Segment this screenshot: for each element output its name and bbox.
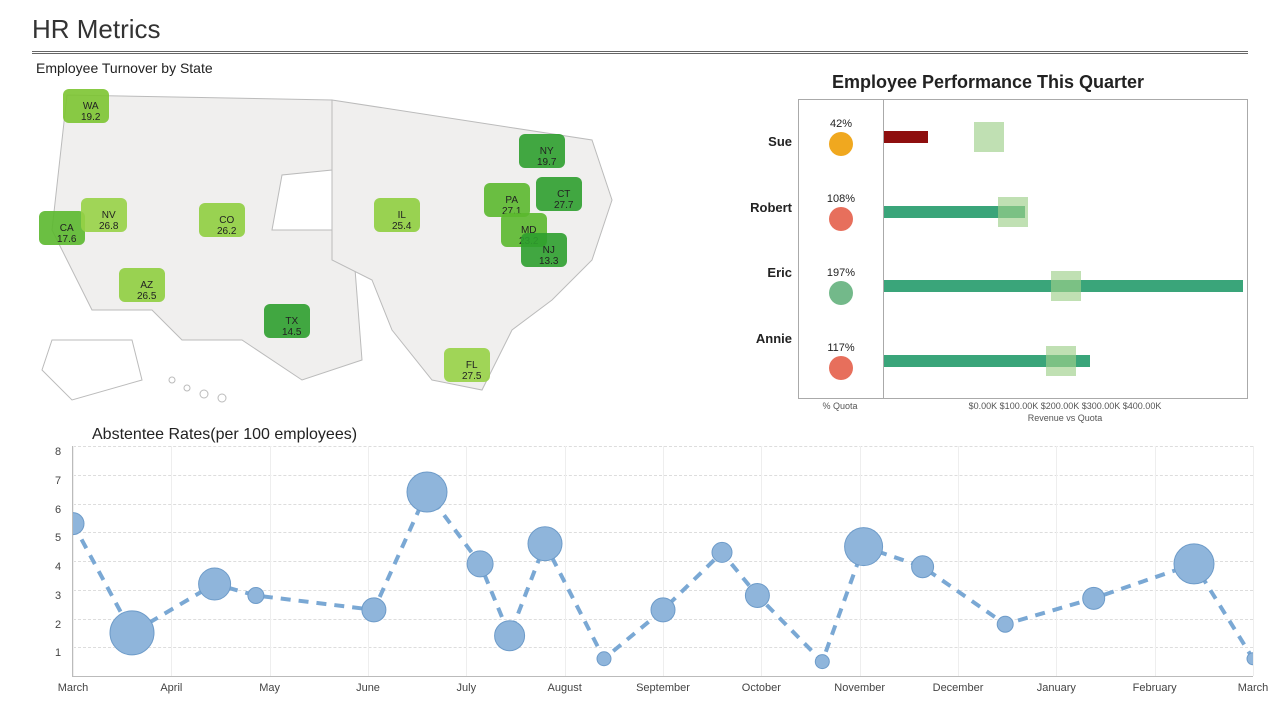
data-point[interactable]: [815, 655, 829, 669]
state-label-ct: CT27.7: [554, 189, 573, 211]
x-tick: August: [548, 682, 582, 694]
data-point[interactable]: [73, 513, 84, 535]
state-label-nj: NJ13.3: [539, 245, 558, 267]
state-label-nv: NV26.8: [99, 210, 118, 232]
absentee-svg: [73, 446, 1253, 676]
quota-dot-icon: [829, 356, 853, 380]
revenue-row[interactable]: [884, 249, 1247, 324]
data-point[interactable]: [912, 556, 934, 578]
y-tick: 4: [55, 561, 61, 573]
quota-marker: [998, 197, 1028, 227]
x-tick: April: [160, 682, 182, 694]
y-tick: 8: [55, 446, 61, 458]
data-point[interactable]: [495, 621, 525, 651]
y-tick: 5: [55, 532, 61, 544]
y-tick: 1: [55, 647, 61, 659]
x-tick: September: [636, 682, 690, 694]
x-tick: March: [1238, 682, 1269, 694]
quota-marker: [974, 122, 1004, 152]
data-point[interactable]: [199, 568, 231, 600]
data-point[interactable]: [528, 527, 562, 561]
revenue-axis-label: Revenue vs Quota: [882, 413, 1248, 423]
revenue-row[interactable]: [884, 324, 1247, 399]
perf-name: Eric: [728, 265, 798, 280]
x-tick: December: [933, 682, 984, 694]
state-label-az: AZ26.5: [137, 280, 156, 302]
quota-marker: [1046, 346, 1076, 376]
revenue-row[interactable]: [884, 175, 1247, 250]
y-tick: 7: [55, 475, 61, 487]
revenue-bar: [884, 131, 928, 143]
x-tick: March: [58, 682, 89, 694]
absentee-title: Abstentee Rates(per 100 employees): [92, 426, 1248, 444]
y-tick: 6: [55, 504, 61, 516]
data-point[interactable]: [845, 528, 883, 566]
performance-title: Employee Performance This Quarter: [728, 72, 1248, 93]
x-tick: November: [834, 682, 885, 694]
quota-cell[interactable]: 42%: [799, 100, 883, 175]
x-tick: July: [457, 682, 477, 694]
data-point[interactable]: [597, 652, 611, 666]
x-tick: June: [356, 682, 380, 694]
data-point[interactable]: [745, 584, 769, 608]
state-label-wa: WA19.2: [81, 101, 100, 123]
quota-cell[interactable]: 117%: [799, 324, 883, 399]
perf-name: Sue: [728, 134, 798, 149]
quota-pct: 108%: [827, 193, 855, 205]
performance-names: Sue Robert Eric Annie: [728, 99, 798, 399]
state-label-ny: NY19.7: [537, 146, 556, 168]
quota-cell[interactable]: 197%: [799, 249, 883, 324]
quota-dot-icon: [829, 132, 853, 156]
data-point[interactable]: [1083, 587, 1105, 609]
quota-pct: 197%: [827, 267, 855, 279]
us-map[interactable]: WA19.2 CA17.6 NV26.8 AZ26.5 CO26.2 TX14.5 IL25…: [32, 80, 652, 410]
data-point[interactable]: [467, 551, 493, 577]
perf-name: Robert: [728, 200, 798, 215]
quota-cell[interactable]: 108%: [799, 175, 883, 250]
y-tick: 2: [55, 619, 61, 631]
data-point[interactable]: [712, 542, 732, 562]
revenue-column: [884, 99, 1248, 399]
absentee-chart[interactable]: 12345678MarchAprilMayJuneJulyAugustSepte…: [72, 446, 1253, 677]
map-title: Employee Turnover by State: [36, 60, 708, 76]
quota-pct: 117%: [827, 342, 854, 354]
data-point[interactable]: [1247, 653, 1253, 665]
revenue-row[interactable]: [884, 100, 1247, 175]
quota-dot-icon: [829, 207, 853, 231]
divider: [32, 51, 1248, 54]
data-point[interactable]: [997, 616, 1013, 632]
quota-dot-icon: [829, 281, 853, 305]
x-tick: February: [1133, 682, 1177, 694]
x-tick: January: [1037, 682, 1076, 694]
state-label-co: CO26.2: [217, 215, 236, 237]
turnover-map-panel: Employee Turnover by State WA19.2 CA17.6 N…: [32, 60, 708, 420]
data-point[interactable]: [110, 611, 154, 655]
x-tick: May: [259, 682, 280, 694]
quota-pct: 42%: [830, 118, 852, 130]
data-point[interactable]: [1174, 544, 1214, 584]
state-label-ca: CA17.6: [57, 223, 76, 245]
data-point[interactable]: [407, 472, 447, 512]
state-label-tx: TX14.5: [282, 316, 301, 338]
data-point[interactable]: [362, 598, 386, 622]
data-point[interactable]: [651, 598, 675, 622]
quota-marker: [1051, 271, 1081, 301]
absentee-panel: Abstentee Rates(per 100 employees) 1 2 3 4 5…: [32, 426, 1248, 677]
quota-column: 42% 108% 197% 117%: [798, 99, 884, 399]
perf-name: Annie: [728, 331, 798, 346]
state-label-il: IL25.4: [392, 210, 411, 232]
state-label-fl: FL27.5: [462, 360, 481, 382]
page-title: HR Metrics: [32, 14, 1248, 45]
data-point[interactable]: [248, 588, 264, 604]
performance-panel: Employee Performance This Quarter Sue Rob…: [728, 60, 1248, 420]
x-tick: October: [742, 682, 781, 694]
quota-axis-label: % Quota: [798, 401, 882, 411]
revenue-axis: $0.00K $100.00K $200.00K $300.00K $400.0…: [882, 401, 1248, 411]
y-tick: 3: [55, 590, 61, 602]
